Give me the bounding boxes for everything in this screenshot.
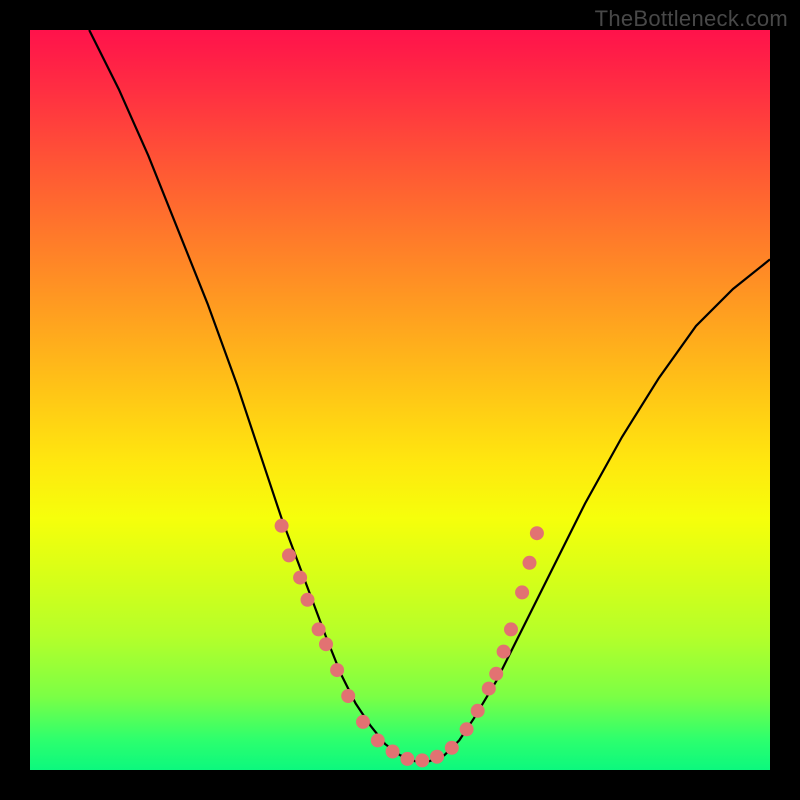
data-marker [430,750,444,764]
data-marker [282,548,296,562]
data-marker [400,752,414,766]
data-marker [312,622,326,636]
watermark-text: TheBottleneck.com [595,6,788,32]
data-marker [341,689,355,703]
data-marker [515,585,529,599]
curve-markers [275,519,544,768]
data-marker [489,667,503,681]
chart-frame: TheBottleneck.com [0,0,800,800]
bottleneck-curve [89,30,770,761]
data-marker [471,704,485,718]
data-marker [530,526,544,540]
data-marker [445,741,459,755]
data-marker [386,745,400,759]
data-marker [275,519,289,533]
curve-line [89,30,770,761]
data-marker [523,556,537,570]
data-marker [504,622,518,636]
chart-svg [30,30,770,770]
data-marker [319,637,333,651]
data-marker [356,715,370,729]
data-marker [460,722,474,736]
data-marker [330,663,344,677]
data-marker [293,571,307,585]
data-marker [371,733,385,747]
data-marker [301,593,315,607]
data-marker [482,682,496,696]
data-marker [497,645,511,659]
data-marker [415,753,429,767]
